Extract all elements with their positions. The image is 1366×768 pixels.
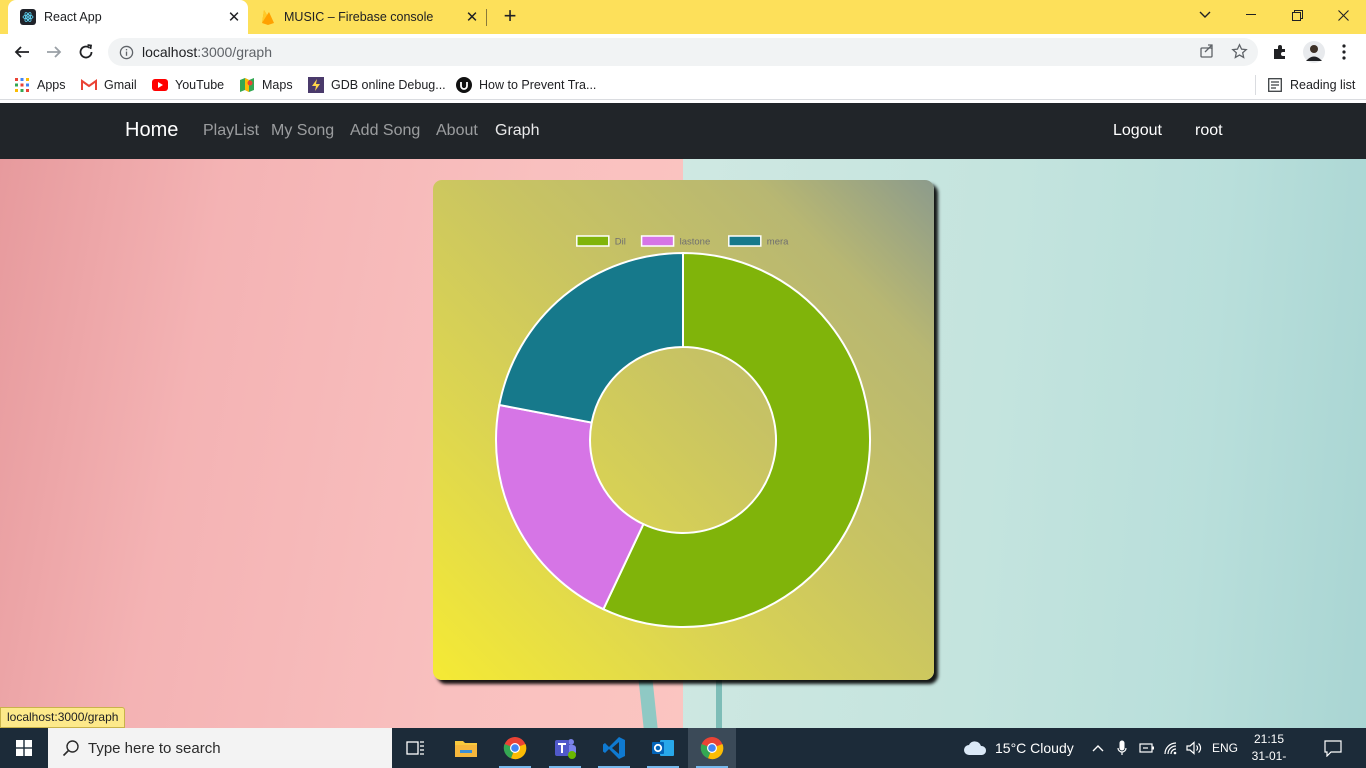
reading-list-icon [1267,77,1283,93]
close-icon[interactable]: ✕ [220,8,248,26]
chart-slice-mera[interactable] [498,251,684,424]
browser-tab-strip: React App ✕ MUSIC – Firebase console ✕ + [0,0,1366,34]
gmail-icon [81,77,97,93]
speaker-icon[interactable] [1186,740,1202,756]
clock-date: 31-01-2022 [1251,749,1287,768]
nav-link-about[interactable]: About [436,122,478,140]
background-lamp-stand [716,673,722,728]
tab-firebase-console[interactable]: MUSIC – Firebase console ✕ [250,0,486,34]
notifications-icon[interactable] [1324,739,1342,757]
tab-title: MUSIC – Firebase console [284,10,434,24]
legend-swatch-mera[interactable] [728,235,762,247]
share-icon[interactable] [1196,40,1218,62]
nav-link-playlist[interactable]: PlayList [203,122,259,140]
taskbar-clock[interactable]: 21:15 31-01-2022 [1246,731,1292,768]
bookmark-how-to-prevent[interactable]: How to Prevent Tra... [456,76,596,94]
address-bar[interactable]: localhost:3000/graph [108,38,1258,66]
legend-label-lastone[interactable]: lastone [680,237,711,248]
legend-swatch-dil[interactable] [576,235,610,247]
url-text: localhost:3000/graph [142,44,272,60]
reading-list-button[interactable]: Reading list [1267,76,1355,94]
search-icon [62,740,79,757]
bookmarks-bar: Apps Gmail YouTube Maps GDB online Debug… [0,70,1366,100]
task-view-icon[interactable] [392,728,440,768]
bookmark-label: Maps [262,78,293,92]
clock-time: 21:15 [1253,732,1285,746]
back-arrow-icon[interactable] [8,38,36,66]
page-viewport: Home PlayList My Song Add Song About Gra… [0,103,1366,728]
nav-logout[interactable]: Logout [1113,122,1162,140]
windows-start-icon[interactable] [0,728,48,768]
bookmark-label: YouTube [175,78,225,92]
udemy-icon [456,77,472,93]
doughnut-chart: Dil lastone mera [495,235,871,628]
new-tab-icon[interactable]: + [497,4,523,30]
bookmark-label: GDB online Debug... [331,78,446,92]
window-close-icon[interactable] [1320,0,1366,30]
windows-taskbar: Type here to search 15°C Cloudy ENG 21:1 [0,728,1366,768]
react-icon [20,9,36,25]
browser-toolbar: localhost:3000/graph [0,34,1366,70]
reload-icon[interactable] [72,38,100,66]
microphone-icon[interactable] [1114,740,1130,756]
site-navbar: Home PlayList My Song Add Song About Gra… [0,103,1366,159]
tab-separator [486,9,487,26]
gdb-icon [308,77,324,93]
status-bar-url: localhost:3000/graph [0,707,126,728]
youtube-icon [152,77,168,93]
chrome-icon[interactable] [688,728,736,768]
bookmark-youtube[interactable]: YouTube [152,76,224,94]
teams-icon[interactable] [541,728,589,768]
chrome-icon[interactable] [491,728,539,768]
reading-list-label: Reading list [1290,78,1356,92]
bookmark-gmail[interactable]: Gmail [81,76,137,94]
nav-user-root[interactable]: root [1195,122,1223,140]
language-indicator[interactable]: ENG [1212,728,1238,768]
restore-icon[interactable] [1274,0,1320,30]
nav-brand-home[interactable]: Home [125,119,178,142]
nav-link-graph[interactable]: Graph [495,122,539,140]
search-placeholder: Type here to search [88,739,221,757]
extensions-puzzle-icon[interactable] [1268,40,1292,64]
chart-legend: Dil lastone mera [576,235,789,248]
bookmark-apps[interactable]: Apps [14,76,66,94]
battery-plug-icon[interactable] [1139,740,1155,756]
vscode-icon[interactable] [590,728,638,768]
nav-link-my-song[interactable]: My Song [271,122,334,140]
legend-swatch-lastone[interactable] [640,235,675,247]
bookmark-label: How to Prevent Tra... [479,78,597,92]
apps-grid-icon [14,77,30,93]
forward-arrow-icon[interactable] [40,38,68,66]
chart-slices [495,251,871,628]
tab-title: React App [44,10,102,24]
bookmarks-separator [1255,75,1256,95]
bookmark-maps[interactable]: Maps [239,76,293,94]
firebase-icon [260,9,276,25]
bookmark-label: Apps [37,78,66,92]
taskbar-search-box[interactable]: Type here to search [48,728,392,768]
tab-search-chevron-icon[interactable] [1182,0,1228,30]
legend-label-mera[interactable]: mera [767,237,789,248]
profile-avatar[interactable] [1302,40,1326,64]
chevron-up-icon[interactable] [1090,740,1106,756]
nav-link-add-song[interactable]: Add Song [350,122,420,140]
bookmark-gdb[interactable]: GDB online Debug... [308,76,446,94]
maps-icon [239,77,255,93]
cloud-weather-icon[interactable] [962,740,988,756]
weather-text[interactable]: 15°C Cloudy [995,728,1074,768]
bookmark-label: Gmail [104,78,137,92]
close-icon[interactable]: ✕ [458,8,486,26]
chart-card: Dil lastone mera [433,180,934,680]
menu-kebab-icon[interactable] [1332,40,1356,64]
file-explorer-icon[interactable] [442,728,490,768]
minimize-icon[interactable] [1228,0,1274,30]
legend-label-dil[interactable]: Dil [615,237,626,248]
info-icon[interactable] [118,44,134,60]
bookmark-star-icon[interactable] [1228,40,1250,62]
tab-react-app[interactable]: React App ✕ [8,0,248,34]
outlook-icon[interactable] [639,728,687,768]
wifi-icon[interactable] [1163,740,1179,756]
